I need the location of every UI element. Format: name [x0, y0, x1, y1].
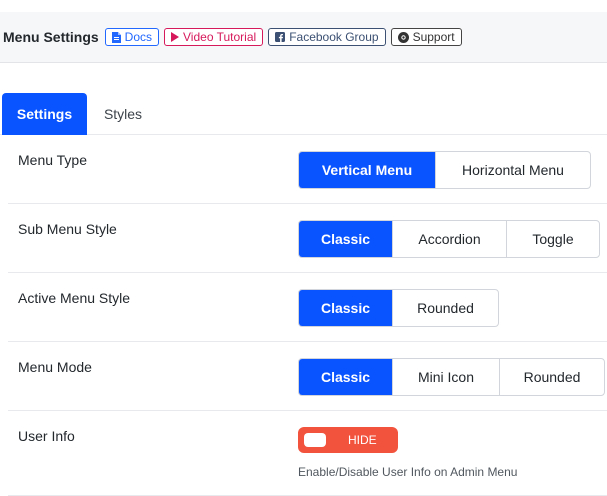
play-icon	[171, 32, 180, 42]
active-menu-style-row: Active Menu Style Classic Rounded	[8, 273, 607, 342]
lifebuoy-icon	[397, 31, 409, 43]
user-info-hint: Enable/Disable User Info on Admin Menu	[298, 465, 518, 479]
menu-type-option-horizontal[interactable]: Horizontal Menu	[435, 152, 590, 188]
toggle-state-label: HIDE	[348, 433, 377, 447]
menu-type-label: Menu Type	[18, 152, 88, 168]
docs-button[interactable]: Docs	[104, 28, 160, 46]
page-title: Menu Settings	[3, 29, 99, 45]
sub-menu-style-option-accordion[interactable]: Accordion	[392, 221, 506, 257]
tab-bar: Settings Styles	[0, 92, 607, 135]
menu-type-option-vertical[interactable]: Vertical Menu	[299, 152, 435, 188]
active-menu-style-option-rounded[interactable]: Rounded	[392, 290, 498, 326]
menu-type-selector: Vertical Menu Horizontal Menu	[298, 151, 591, 189]
tab-styles[interactable]: Styles	[94, 93, 152, 135]
user-info-label: User Info	[18, 428, 75, 444]
menu-mode-option-rounded[interactable]: Rounded	[499, 359, 604, 395]
active-menu-style-label: Active Menu Style	[18, 290, 131, 306]
video-tutorial-label: Video Tutorial	[183, 30, 257, 44]
tab-settings[interactable]: Settings	[2, 93, 87, 135]
menu-mode-label: Menu Mode	[18, 359, 92, 375]
document-icon	[111, 31, 121, 43]
sub-menu-style-option-classic[interactable]: Classic	[299, 221, 392, 257]
menu-mode-option-mini-icon[interactable]: Mini Icon	[392, 359, 499, 395]
facebook-icon	[275, 32, 286, 42]
user-info-toggle[interactable]: HIDE	[298, 427, 398, 453]
sub-menu-style-selector: Classic Accordion Toggle	[298, 220, 600, 258]
support-button[interactable]: Support	[390, 28, 462, 46]
menu-mode-option-classic[interactable]: Classic	[299, 359, 392, 395]
facebook-group-label: Facebook Group	[289, 30, 379, 44]
user-info-row: User Info HIDE Enable/Disable User Info …	[8, 411, 607, 496]
active-menu-style-selector: Classic Rounded	[298, 289, 499, 327]
sub-menu-style-label: Sub Menu Style	[18, 221, 117, 237]
toggle-knob	[304, 433, 326, 447]
sub-menu-style-option-toggle[interactable]: Toggle	[506, 221, 599, 257]
docs-label: Docs	[124, 30, 153, 44]
active-menu-style-option-classic[interactable]: Classic	[299, 290, 392, 326]
facebook-group-button[interactable]: Facebook Group	[268, 28, 386, 46]
support-label: Support	[412, 30, 455, 44]
header-bar: Menu Settings Docs Video Tutorial Facebo…	[0, 12, 607, 63]
video-tutorial-button[interactable]: Video Tutorial	[164, 28, 264, 46]
menu-mode-row: Menu Mode Classic Mini Icon Rounded	[8, 342, 607, 411]
sub-menu-style-row: Sub Menu Style Classic Accordion Toggle	[8, 204, 607, 273]
menu-type-row: Menu Type Vertical Menu Horizontal Menu	[8, 135, 607, 204]
menu-mode-selector: Classic Mini Icon Rounded	[298, 358, 605, 396]
